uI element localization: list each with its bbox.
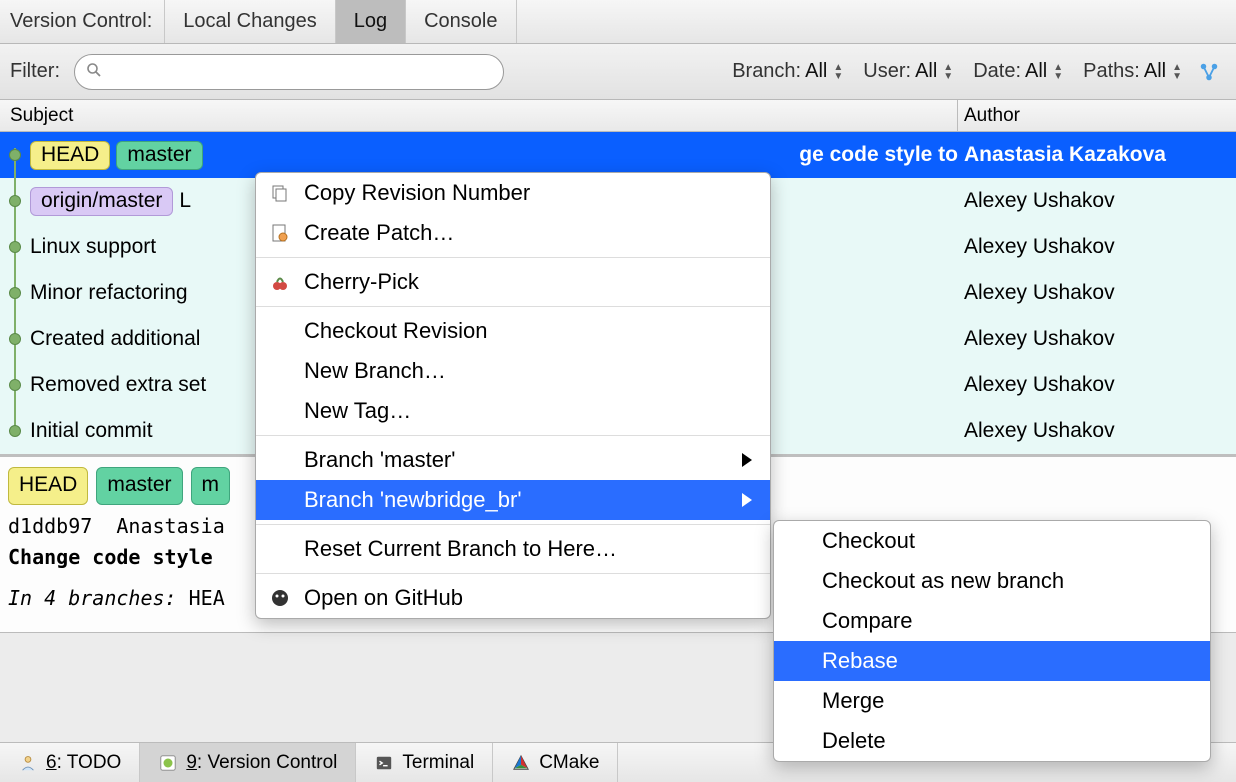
- commit-dot-icon: [9, 425, 21, 437]
- commit-dot-icon: [9, 241, 21, 253]
- commit-author: Alexey Ushakov: [958, 235, 1236, 259]
- submenu-merge[interactable]: Merge: [774, 681, 1210, 721]
- cmake-icon: [511, 753, 531, 773]
- vcs-icon: [158, 753, 178, 773]
- filter-input[interactable]: [74, 54, 504, 90]
- cherry-icon: [268, 270, 292, 294]
- tool-tab-todo[interactable]: 6: TODO: [0, 743, 140, 782]
- ref-tag-origin-master: origin/master: [30, 187, 173, 216]
- graph-view-toggle[interactable]: [1192, 55, 1226, 89]
- commit-author: Alexey Ushakov: [958, 281, 1236, 305]
- submenu-arrow-icon: [742, 493, 752, 507]
- filter-date[interactable]: Date: All ▲▼: [973, 60, 1063, 83]
- stepper-icon: ▲▼: [833, 63, 843, 81]
- todo-icon: [18, 753, 38, 773]
- tab-local-changes[interactable]: Local Changes: [165, 0, 335, 43]
- commit-author: Alexey Ushakov: [958, 327, 1236, 351]
- ref-tag-extra: m: [191, 467, 231, 505]
- ref-tag-master: master: [96, 467, 182, 505]
- terminal-icon: [374, 753, 394, 773]
- tool-tab-cmake[interactable]: CMake: [493, 743, 618, 782]
- stepper-icon: ▲▼: [1053, 63, 1063, 81]
- commit-author: Alexey Ushakov: [958, 189, 1236, 213]
- menu-branch-master[interactable]: Branch 'master': [256, 440, 770, 480]
- menu-branch-newbridge[interactable]: Branch 'newbridge_br': [256, 480, 770, 520]
- submenu-checkout-new[interactable]: Checkout as new branch: [774, 561, 1210, 601]
- search-icon: [86, 62, 102, 83]
- commit-subject: Created additional: [30, 327, 200, 351]
- menu-cherry-pick[interactable]: Cherry-Pick: [256, 262, 770, 302]
- ref-tag-head: HEAD: [8, 467, 88, 505]
- filter-label: Filter:: [10, 60, 60, 83]
- commit-subject: Minor refactoring: [30, 281, 188, 305]
- menu-open-github[interactable]: Open on GitHub: [256, 578, 770, 618]
- commit-hash: d1ddb97: [8, 514, 92, 538]
- filter-bar: Filter: Branch: All ▲▼ User: All ▲▼ Date…: [0, 44, 1236, 100]
- commit-dot-icon: [9, 333, 21, 345]
- stepper-icon: ▲▼: [943, 63, 953, 81]
- github-icon: [268, 586, 292, 610]
- submenu-compare[interactable]: Compare: [774, 601, 1210, 641]
- patch-icon: [268, 221, 292, 245]
- filter-search[interactable]: [74, 54, 504, 90]
- col-author[interactable]: Author: [958, 100, 1236, 131]
- tab-log[interactable]: Log: [336, 0, 406, 43]
- commit-subject: Linux support: [30, 235, 156, 259]
- submenu-delete[interactable]: Delete: [774, 721, 1210, 761]
- menu-copy-revision[interactable]: Copy Revision Number: [256, 173, 770, 213]
- top-tab-bar: Version Control: Local Changes Log Conso…: [0, 0, 1236, 44]
- menu-checkout-revision[interactable]: Checkout Revision: [256, 311, 770, 351]
- col-subject[interactable]: Subject: [0, 100, 958, 131]
- submenu-checkout[interactable]: Checkout: [774, 521, 1210, 561]
- branches-value: HEA: [189, 586, 225, 610]
- commit-author: Alexey Ushakov: [958, 373, 1236, 397]
- menu-new-tag[interactable]: New Tag…: [256, 391, 770, 431]
- branches-label: In 4 branches:: [8, 586, 177, 610]
- commit-subject: L: [179, 189, 191, 213]
- filter-user[interactable]: User: All ▲▼: [863, 60, 953, 83]
- copy-icon: [268, 181, 292, 205]
- menu-separator: [256, 257, 770, 258]
- stepper-icon: ▲▼: [1172, 63, 1182, 81]
- menu-separator: [256, 435, 770, 436]
- tool-tab-version-control[interactable]: 9: Version Control: [140, 743, 356, 782]
- commit-subject: Removed extra set: [30, 373, 206, 397]
- tab-console[interactable]: Console: [406, 0, 516, 43]
- commit-author-detail: Anastasia: [116, 514, 224, 538]
- submenu-arrow-icon: [742, 453, 752, 467]
- filter-branch[interactable]: Branch: All ▲▼: [732, 60, 843, 83]
- menu-separator: [256, 524, 770, 525]
- commit-subject: Initial commit: [30, 419, 153, 443]
- log-column-headers: Subject Author: [0, 100, 1236, 132]
- commit-subject: ge code style to: [799, 143, 958, 167]
- context-menu: Copy Revision Number Create Patch… Cherr…: [255, 172, 771, 619]
- submenu-rebase[interactable]: Rebase: [774, 641, 1210, 681]
- panel-title: Version Control:: [0, 0, 165, 43]
- commit-author: Anastasia Kazakova: [958, 143, 1236, 167]
- commit-dot-icon: [9, 149, 21, 161]
- menu-reset-branch[interactable]: Reset Current Branch to Here…: [256, 529, 770, 569]
- menu-separator: [256, 573, 770, 574]
- menu-new-branch[interactable]: New Branch…: [256, 351, 770, 391]
- commit-dot-icon: [9, 195, 21, 207]
- ref-tag-head: HEAD: [30, 141, 110, 170]
- menu-separator: [256, 306, 770, 307]
- commit-author: Alexey Ushakov: [958, 419, 1236, 443]
- menu-create-patch[interactable]: Create Patch…: [256, 213, 770, 253]
- filter-paths[interactable]: Paths: All ▲▼: [1083, 60, 1182, 83]
- commit-dot-icon: [9, 287, 21, 299]
- commit-dot-icon: [9, 379, 21, 391]
- ref-tag-master: master: [116, 141, 202, 170]
- branch-submenu: Checkout Checkout as new branch Compare …: [773, 520, 1211, 762]
- tool-tab-terminal[interactable]: Terminal: [356, 743, 493, 782]
